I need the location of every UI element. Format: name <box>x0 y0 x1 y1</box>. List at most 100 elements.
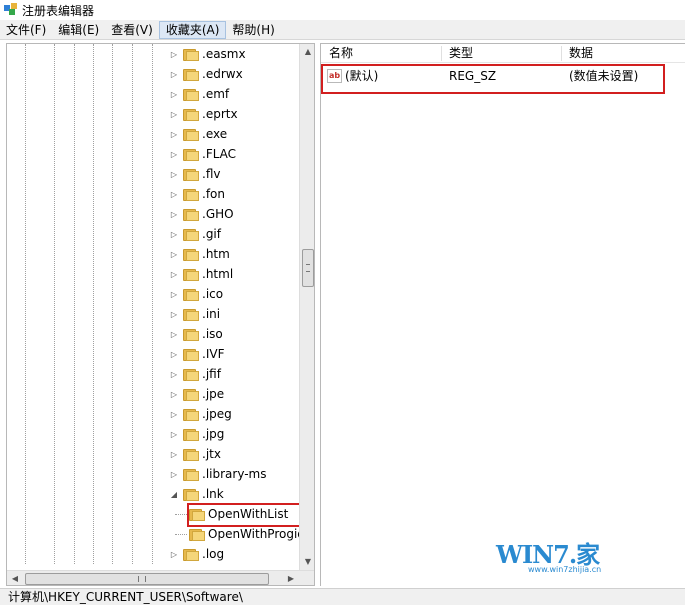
expand-arrow-icon[interactable]: ▷ <box>169 350 179 359</box>
folder-icon <box>183 48 199 61</box>
expand-arrow-icon[interactable]: ▷ <box>169 230 179 239</box>
tree-item[interactable]: ▷ .fon <box>169 184 225 204</box>
folder-icon <box>183 428 199 441</box>
menu-bar: 文件(F) 编辑(E) 查看(V) 收藏夹(A) 帮助(H) <box>0 20 685 40</box>
expand-arrow-icon[interactable]: ▷ <box>169 370 179 379</box>
expand-arrow-icon[interactable]: ▷ <box>169 130 179 139</box>
scroll-right-arrow-icon[interactable]: ▶ <box>283 571 299 585</box>
tree-item[interactable]: ▷ .edrwx <box>169 64 243 84</box>
folder-icon <box>183 288 199 301</box>
tree-vertical-scrollbar[interactable]: ▲ ▼ <box>299 44 314 570</box>
column-type[interactable]: 类型 <box>441 44 473 63</box>
registry-tree[interactable]: ▷ .easmx ▷ .edrwx ▷ .emf ▷ .eprtx ▷ .exe ▷ .FLAC ▷ .f… <box>6 43 315 586</box>
tree-item[interactable]: ▷ .gif <box>169 224 221 244</box>
collapse-arrow-icon[interactable]: ◢ <box>169 490 179 499</box>
expand-arrow-icon[interactable]: ▷ <box>169 70 179 79</box>
tree-item[interactable]: ▷ .emf <box>169 84 229 104</box>
tree-item-label: .edrwx <box>202 67 243 81</box>
tree-item-label: .exe <box>202 127 228 141</box>
expand-arrow-icon[interactable]: ▷ <box>169 410 179 419</box>
tree-item[interactable]: ▷ .exe <box>169 124 227 144</box>
folder-icon <box>183 228 199 241</box>
folder-icon <box>183 328 199 341</box>
expand-arrow-icon[interactable]: ▷ <box>169 390 179 399</box>
tree-horizontal-scrollbar[interactable]: ◀ ▶ <box>7 570 314 585</box>
tree-item[interactable]: ▷ .flv <box>169 164 221 184</box>
tree-item-label: .jpg <box>202 427 225 441</box>
values-list[interactable]: 名称 类型 数据 ab (默认) REG_SZ (数值未设置) <box>320 43 685 586</box>
tree-connector <box>175 533 187 535</box>
tree-item-label: .ico <box>202 287 224 301</box>
tree-item-label: .easmx <box>202 47 246 61</box>
menu-file[interactable]: 文件(F) <box>0 21 52 39</box>
tree-item-label: .html <box>202 267 234 281</box>
tree-item[interactable]: ▷ .jfif <box>169 364 221 384</box>
tree-item[interactable]: ▷ .library-ms <box>169 464 267 484</box>
tree-item[interactable]: ▷ .GHO <box>169 204 234 224</box>
tree-item[interactable]: ▷ .FLAC <box>169 144 236 164</box>
tree-item-label: .jfif <box>202 367 221 381</box>
hscroll-thumb[interactable] <box>25 573 269 585</box>
tree-item-label: .ini <box>202 307 221 321</box>
tree-item[interactable]: ▷ .eprtx <box>169 104 238 124</box>
win7-watermark: WIN7.家 www.win7zhijia.cn <box>496 535 656 575</box>
expand-arrow-icon[interactable]: ▷ <box>169 250 179 259</box>
tree-item[interactable]: ▷ .jpeg <box>169 404 232 424</box>
folder-icon <box>183 488 199 501</box>
expand-arrow-icon[interactable]: ▷ <box>169 190 179 199</box>
folder-icon <box>183 128 199 141</box>
tree-item[interactable]: ▷ .jtx <box>169 444 221 464</box>
tree-item[interactable]: ▷ .ini <box>169 304 220 324</box>
expand-arrow-icon[interactable]: ▷ <box>169 170 179 179</box>
expand-arrow-icon[interactable]: ▷ <box>169 550 179 559</box>
tree-guide-lines <box>7 44 177 564</box>
expand-arrow-icon[interactable]: ▷ <box>169 270 179 279</box>
tree-item[interactable]: ▷ .log <box>169 544 224 564</box>
scroll-down-arrow-icon[interactable]: ▼ <box>300 554 314 570</box>
tree-item[interactable]: ▷ .jpe <box>169 384 224 404</box>
tree-item[interactable]: ▷ .iso <box>169 324 223 344</box>
expand-arrow-icon[interactable]: ▷ <box>169 210 179 219</box>
expand-arrow-icon[interactable]: ▷ <box>169 470 179 479</box>
expand-arrow-icon[interactable]: ▷ <box>169 110 179 119</box>
regedit-icon <box>4 3 18 17</box>
scroll-left-arrow-icon[interactable]: ◀ <box>7 571 23 585</box>
tree-item[interactable]: ▷ .htm <box>169 244 230 264</box>
expand-arrow-icon[interactable]: ▷ <box>169 290 179 299</box>
tree-item[interactable]: ▷ .IVF <box>169 344 225 364</box>
scroll-up-arrow-icon[interactable]: ▲ <box>300 44 314 60</box>
title-bar: 注册表编辑器 <box>0 0 685 20</box>
expand-arrow-icon[interactable]: ▷ <box>169 90 179 99</box>
tree-item[interactable]: OpenWithProgids <box>175 524 311 544</box>
scroll-thumb[interactable] <box>302 249 314 287</box>
folder-icon <box>183 208 199 221</box>
expand-arrow-icon[interactable]: ▷ <box>169 50 179 59</box>
menu-favorites[interactable]: 收藏夹(A) <box>158 20 227 39</box>
highlight-default-value <box>321 64 665 94</box>
tree-item-label: .emf <box>202 87 230 101</box>
tree-item[interactable]: ◢ .lnk <box>169 484 224 504</box>
folder-icon <box>183 188 199 201</box>
expand-arrow-icon[interactable]: ▷ <box>169 310 179 319</box>
folder-icon <box>183 268 199 281</box>
expand-arrow-icon[interactable]: ▷ <box>169 150 179 159</box>
menu-help[interactable]: 帮助(H) <box>226 21 280 39</box>
watermark-url: www.win7zhijia.cn <box>528 565 602 574</box>
column-data[interactable]: 数据 <box>561 44 593 63</box>
tree-item-label: .gif <box>202 227 221 241</box>
expand-arrow-icon[interactable]: ▷ <box>169 330 179 339</box>
tree-item[interactable]: ▷ .easmx <box>169 44 246 64</box>
folder-icon <box>183 168 199 181</box>
tree-item[interactable]: ▷ .jpg <box>169 424 224 444</box>
expand-arrow-icon[interactable]: ▷ <box>169 430 179 439</box>
menu-edit[interactable]: 编辑(E) <box>52 21 105 39</box>
tree-item-label: .eprtx <box>202 107 238 121</box>
tree-connector <box>175 513 187 515</box>
tree-item-label: .library-ms <box>202 467 267 481</box>
folder-icon <box>183 88 199 101</box>
menu-view[interactable]: 查看(V) <box>105 21 159 39</box>
tree-item[interactable]: ▷ .html <box>169 264 233 284</box>
tree-item[interactable]: ▷ .ico <box>169 284 223 304</box>
expand-arrow-icon[interactable]: ▷ <box>169 450 179 459</box>
column-name[interactable]: 名称 <box>321 44 353 63</box>
